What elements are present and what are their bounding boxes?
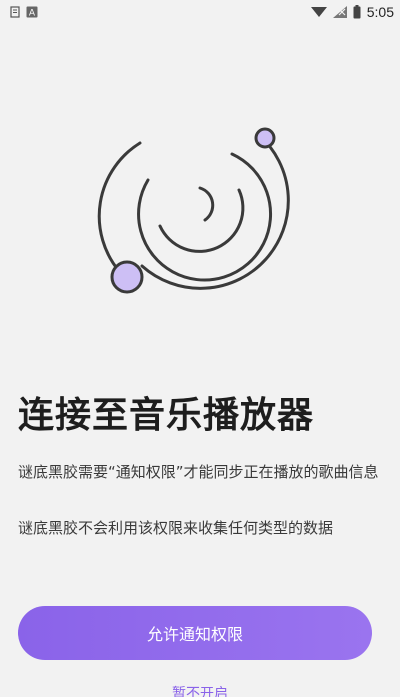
orbit-dot-small	[254, 127, 276, 149]
allow-notification-button[interactable]: 允许通知权限	[18, 606, 372, 660]
page-title: 连接至音乐播放器	[18, 395, 315, 436]
music-connection-illustration-icon	[97, 127, 290, 294]
skip-link[interactable]: 暂不开启	[0, 684, 400, 697]
permission-description: 谜底黑胶需要“通知权限”才能同步正在播放的歌曲信息	[18, 463, 379, 481]
orbit-dot-large	[110, 260, 144, 294]
privacy-description: 谜底黑胶不会利用该权限来收集任何类型的数据	[18, 519, 334, 537]
small-inner-arc	[198, 186, 215, 222]
outer-orbit-ring-end	[97, 141, 142, 273]
inner-arc	[158, 188, 245, 253]
middle-ring	[137, 152, 273, 282]
